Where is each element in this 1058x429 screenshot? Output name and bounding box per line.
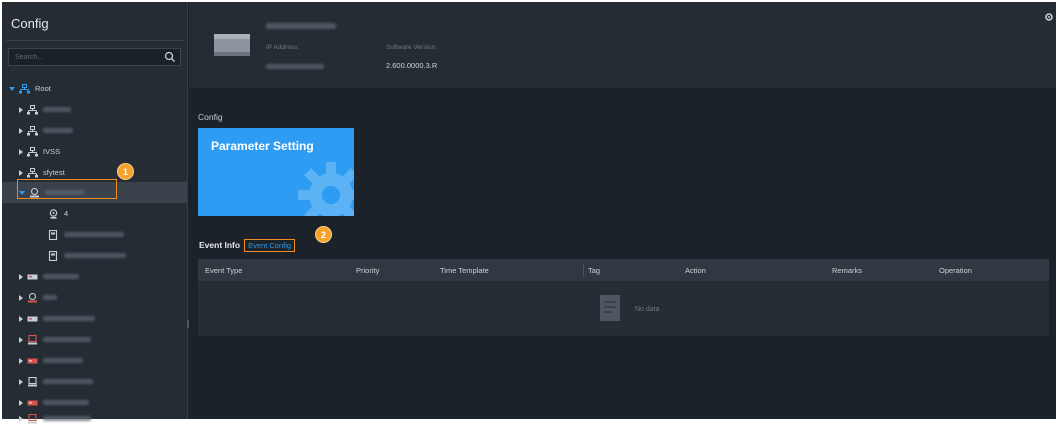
parameter-setting-title: Parameter Setting <box>211 139 314 153</box>
device-name-redacted <box>266 23 336 29</box>
expand-arrow-icon[interactable] <box>19 169 23 176</box>
search-box <box>8 48 181 66</box>
main-panel: IP Address: Software Version: 2.600.0000… <box>189 2 1056 419</box>
channel-icon <box>49 208 58 219</box>
nvr-icon <box>27 274 38 279</box>
nvr-icon <box>27 316 38 321</box>
software-version-label: Software Version: <box>386 44 437 51</box>
tab-event-config[interactable]: Event Config <box>244 238 296 252</box>
org-icon <box>27 104 38 114</box>
tree-node-org-ivss[interactable]: IVSS <box>2 141 187 162</box>
tree-node-label: sfytest <box>43 168 65 177</box>
expand-arrow-icon[interactable] <box>19 106 23 113</box>
callout-badge-1: 1 <box>117 163 134 180</box>
device-icon <box>28 292 37 302</box>
tree-node-channel[interactable]: 4 <box>2 203 187 224</box>
app-window: Config Root <box>2 2 1056 423</box>
gear-icon <box>298 162 354 216</box>
tree-node-device[interactable] <box>2 408 187 429</box>
tree-node-device[interactable] <box>2 371 187 392</box>
expand-arrow-icon[interactable] <box>19 336 23 343</box>
column-divider <box>583 264 584 276</box>
tree-node-label-redacted <box>43 416 91 421</box>
tree-node-label-redacted <box>43 400 89 405</box>
tree-node-nvr[interactable] <box>2 266 187 287</box>
column-header-event-type: Event Type <box>205 266 243 275</box>
tree-node-label-redacted <box>43 316 95 321</box>
table-body: No data <box>198 281 1049 336</box>
tree-node-label-redacted <box>64 232 124 237</box>
expand-arrow-icon[interactable] <box>19 127 23 134</box>
nvr-red-icon <box>27 358 38 363</box>
tree-node-device[interactable] <box>2 329 187 350</box>
search-input[interactable] <box>9 49 159 65</box>
device-icon <box>28 413 37 423</box>
column-header-operation: Operation <box>939 266 972 275</box>
expand-arrow-icon[interactable] <box>19 273 23 280</box>
tree-node-root[interactable]: Root <box>2 78 187 99</box>
config-section-label: Config <box>198 112 223 122</box>
tree-node-label-redacted <box>43 379 93 384</box>
tree-node-device[interactable] <box>2 287 187 308</box>
expand-arrow-icon[interactable] <box>19 315 23 322</box>
tab-event-info[interactable]: Event Info <box>199 240 240 250</box>
settings-gear-icon[interactable] <box>1044 12 1054 22</box>
tree-node-label-redacted <box>43 128 73 133</box>
empty-state-text: No data <box>635 306 660 313</box>
highlight-box-1 <box>17 179 117 199</box>
org-icon <box>27 167 38 177</box>
table-header: Event Type Priority Time Template Tag Ac… <box>198 259 1049 281</box>
tree-node-alarm-input[interactable] <box>2 224 187 245</box>
device-header: IP Address: Software Version: 2.600.0000… <box>189 2 1056 88</box>
device-icon <box>28 376 37 386</box>
column-header-action: Action <box>685 266 706 275</box>
column-header-tag: Tag <box>588 266 601 275</box>
tree-node-org[interactable] <box>2 99 187 120</box>
callout-badge-2: 2 <box>315 226 332 243</box>
tree-node-label-redacted <box>43 337 91 342</box>
ip-address-value-redacted <box>266 64 324 69</box>
sidebar: Config Root <box>2 2 190 423</box>
expand-arrow-icon[interactable] <box>19 357 23 364</box>
device-image-icon <box>214 34 250 56</box>
expand-arrow-icon[interactable] <box>19 378 23 385</box>
expand-arrow-icon[interactable] <box>19 294 23 301</box>
tree-node-label: IVSS <box>43 147 61 156</box>
alarm-input-icon <box>48 229 58 240</box>
column-header-remarks: Remarks <box>832 266 863 275</box>
alarm-input-icon <box>48 250 58 261</box>
nvr-red-icon <box>27 400 38 405</box>
expand-arrow-icon[interactable] <box>19 399 23 406</box>
tree-node-label-redacted <box>43 358 83 363</box>
ip-address-label: IP Address: <box>266 44 300 51</box>
event-tabs: Event Info Event Config <box>199 238 296 252</box>
column-header-priority: Priority <box>356 266 380 275</box>
tree-node-nvr[interactable] <box>2 308 187 329</box>
tree-node-label-redacted <box>43 274 79 279</box>
search-icon[interactable] <box>164 51 176 63</box>
device-red-icon <box>28 334 37 344</box>
tree-node-nvr[interactable] <box>2 350 187 371</box>
parameter-setting-tile[interactable]: Parameter Setting <box>198 128 354 216</box>
tree-node-label-redacted <box>43 295 57 300</box>
event-table: Event Type Priority Time Template Tag Ac… <box>198 259 1049 336</box>
software-version-value: 2.600.0000.3.R <box>386 61 438 70</box>
tree-node-label-redacted <box>64 253 126 258</box>
empty-document-icon <box>600 295 620 321</box>
tree-node-label: 4 <box>64 209 69 218</box>
org-icon <box>27 146 38 156</box>
sidebar-divider <box>6 40 183 41</box>
tree-node-alarm-input[interactable] <box>2 245 187 266</box>
tree-node-org[interactable] <box>2 120 187 141</box>
column-header-time-template: Time Template <box>440 266 489 275</box>
expand-arrow-icon[interactable] <box>19 148 23 155</box>
org-icon <box>27 125 38 135</box>
tree-node-label-redacted <box>43 107 71 112</box>
sidebar-title: Config <box>11 16 49 31</box>
expand-arrow-icon[interactable] <box>9 86 15 91</box>
tree-node-label: Root <box>35 84 51 93</box>
org-icon <box>19 83 30 93</box>
